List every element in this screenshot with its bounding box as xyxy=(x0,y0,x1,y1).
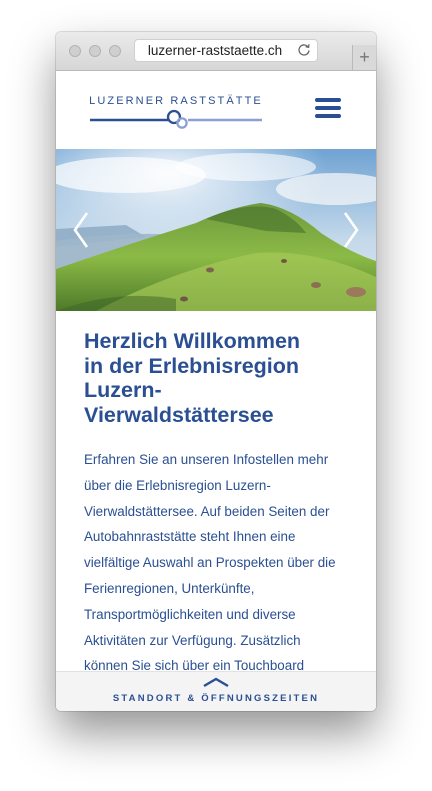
minimize-window-button[interactable] xyxy=(89,45,101,57)
hamburger-menu-icon[interactable] xyxy=(313,96,343,120)
page-heading: Herzlich Willkommen in der Erlebnisregio… xyxy=(84,329,354,427)
logo-text: LUZERNER RASTSTÄTTE xyxy=(89,95,263,107)
new-tab-button[interactable]: + xyxy=(352,45,376,70)
footer-label[interactable]: STANDORT & ÖFFNUNGSZEITEN xyxy=(56,693,376,704)
intro-paragraph: Erfahren Sie an unseren Infostellen mehr… xyxy=(84,447,354,679)
chevron-left-icon[interactable] xyxy=(70,211,92,249)
browser-window: luzerner-raststaette.ch + LUZERNER RASTS… xyxy=(56,32,376,711)
address-bar[interactable]: luzerner-raststaette.ch xyxy=(134,39,318,62)
url-text: luzerner-raststaette.ch xyxy=(147,43,283,58)
paragraph-line: Ferienregionen, Unterkünfte, xyxy=(84,580,255,596)
paragraph-line: über die Erlebnisregion Luzern- xyxy=(84,477,271,493)
heading-line: Herzlich Willkommen xyxy=(84,329,301,353)
zoom-window-button[interactable] xyxy=(109,45,121,57)
reload-icon[interactable] xyxy=(297,43,311,57)
site-logo[interactable]: LUZERNER RASTSTÄTTE xyxy=(88,95,264,135)
paragraph-line: vielfältige Auswahl an Prospekten über d… xyxy=(84,555,336,571)
web-page: LUZERNER RASTSTÄTTE Herzlich Willkommen … xyxy=(56,71,376,711)
alpine-meadow-photo xyxy=(56,149,376,311)
heading-line: Luzern- xyxy=(84,378,162,402)
chevron-up-icon[interactable] xyxy=(202,676,230,688)
heading-line: in der Erlebnisregion xyxy=(84,353,300,378)
close-window-button[interactable] xyxy=(69,45,81,57)
location-hours-drawer[interactable]: STANDORT & ÖFFNUNGSZEITEN xyxy=(56,671,376,711)
paragraph-line: Aktivitäten zur Verfügung. Zusätzlich xyxy=(84,632,301,648)
paragraph-line: Vierwaldstättersee. Auf beiden Seiten de… xyxy=(84,503,330,519)
heading-line: Vierwaldstättersee xyxy=(84,402,274,427)
chevron-right-icon[interactable] xyxy=(340,211,362,249)
paragraph-line: Autobahnraststätte steht Ihnen eine xyxy=(84,529,296,545)
browser-titlebar: luzerner-raststaette.ch + xyxy=(56,32,376,71)
main-content: Herzlich Willkommen in der Erlebnisregio… xyxy=(84,329,354,679)
hero-image-slider[interactable] xyxy=(56,149,376,311)
paragraph-line: Erfahren Sie an unseren Infostellen mehr xyxy=(84,452,329,467)
paragraph-line: Transportmöglichkeiten und diverse xyxy=(84,606,296,622)
logo-swirl-graphic xyxy=(90,109,262,129)
